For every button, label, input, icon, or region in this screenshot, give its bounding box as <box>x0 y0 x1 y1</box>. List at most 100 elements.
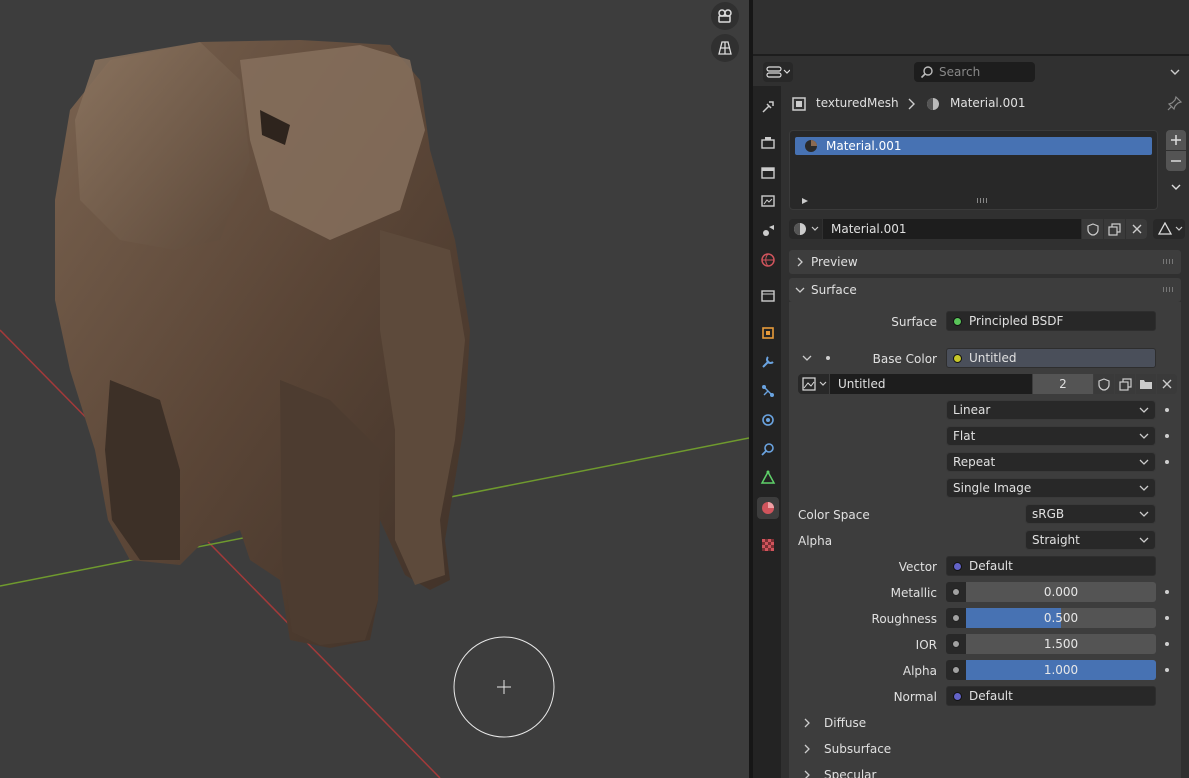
material-sphere-icon <box>805 140 817 152</box>
image-users-count[interactable]: 2 <box>1033 374 1093 394</box>
preview-panel-header[interactable]: Preview <box>789 250 1181 274</box>
drag-handle-icon[interactable] <box>1163 287 1175 292</box>
pin-icon[interactable] <box>1167 95 1183 111</box>
render-icon[interactable] <box>757 132 779 154</box>
subsurface-subpanel-header[interactable]: Subsurface <box>789 738 989 760</box>
roughness-socket-button[interactable] <box>946 608 966 628</box>
ior-slider[interactable]: 1.500 <box>966 634 1156 654</box>
alpha-slider[interactable]: 1.000 <box>966 660 1156 680</box>
ior-value: 1.500 <box>1043 637 1079 651</box>
browse-material-button[interactable] <box>789 219 822 239</box>
editor-type-button[interactable] <box>763 62 793 82</box>
collection-icon[interactable] <box>757 285 779 307</box>
elephant-model <box>55 40 470 648</box>
breadcrumb-object: texturedMesh <box>816 96 899 110</box>
extension-dropdown[interactable]: Repeat <box>946 452 1156 472</box>
close-icon <box>1132 224 1141 234</box>
normal-field[interactable]: Default <box>946 686 1156 706</box>
chevron-right-icon <box>804 744 810 754</box>
interpolation-value: Linear <box>953 403 991 417</box>
unlink-material-button[interactable] <box>1126 219 1147 239</box>
particles-icon[interactable] <box>757 380 779 402</box>
chevron-down-icon[interactable] <box>1169 66 1181 78</box>
alpha-socket-button[interactable] <box>946 660 966 680</box>
list-item[interactable]: Material.001 <box>795 137 1152 155</box>
image-duplicate-button[interactable] <box>1115 374 1135 394</box>
metallic-value: 0.000 <box>1043 585 1079 599</box>
top-area <box>753 0 1189 56</box>
slot-specials-button[interactable] <box>1166 177 1186 197</box>
keyframe-dot[interactable] <box>1165 668 1169 672</box>
image-unlink-button[interactable] <box>1157 374 1177 394</box>
physics-icon[interactable] <box>757 409 779 431</box>
link-type-button[interactable] <box>1153 219 1185 239</box>
object-icon[interactable] <box>757 322 779 344</box>
color-space-dropdown[interactable]: sRGB <box>1025 504 1156 524</box>
image-open-button[interactable] <box>1136 374 1156 394</box>
search-box[interactable]: Search <box>914 62 1035 82</box>
specular-title: Specular <box>824 768 877 778</box>
browse-image-button[interactable] <box>798 374 829 394</box>
remove-slot-button[interactable] <box>1166 151 1186 171</box>
scene-icon[interactable] <box>757 220 779 242</box>
add-slot-button[interactable] <box>1166 130 1186 150</box>
roughness-label: Roughness <box>871 612 937 626</box>
value-socket-icon <box>952 614 960 622</box>
metallic-socket-button[interactable] <box>946 582 966 602</box>
modifier-icon[interactable] <box>757 351 779 373</box>
chevron-down-icon <box>1139 511 1149 517</box>
projection-dropdown[interactable]: Flat <box>946 426 1156 446</box>
chevron-down-icon <box>1139 537 1149 543</box>
data-icon[interactable] <box>757 467 779 489</box>
keyframe-dot[interactable] <box>1165 408 1169 412</box>
material-icon[interactable] <box>757 497 779 519</box>
material-slot-list[interactable]: Material.001 <box>789 130 1158 210</box>
alpha-mode-dropdown[interactable]: Straight <box>1025 530 1156 550</box>
texture-icon[interactable] <box>757 534 779 556</box>
3d-viewport[interactable] <box>0 0 749 778</box>
ior-socket-button[interactable] <box>946 634 966 654</box>
drag-handle-icon[interactable] <box>1163 259 1175 264</box>
keyframe-dot[interactable] <box>1165 434 1169 438</box>
surface-shader-field[interactable]: Principled BSDF <box>946 311 1156 331</box>
ior-label: IOR <box>915 638 937 652</box>
roughness-slider[interactable]: 0.500 <box>966 608 1156 628</box>
preview-panel-title: Preview <box>811 255 858 269</box>
toggle-ortho-icon[interactable] <box>711 34 739 62</box>
image-icon <box>802 377 816 391</box>
view-layer-icon[interactable] <box>757 190 779 212</box>
source-dropdown[interactable]: Single Image <box>946 478 1156 498</box>
base-color-field[interactable]: Untitled <box>946 348 1156 368</box>
duplicate-icon <box>1108 222 1121 236</box>
keyframe-dot[interactable] <box>1165 590 1169 594</box>
fake-user-button[interactable] <box>1082 219 1103 239</box>
keyframe-dot[interactable] <box>1165 642 1169 646</box>
output-icon[interactable] <box>757 162 779 184</box>
metallic-slider[interactable]: 0.000 <box>966 582 1156 602</box>
chevron-down-icon[interactable] <box>802 354 812 362</box>
list-resize-grip[interactable] <box>977 198 989 203</box>
expand-triangle-icon[interactable] <box>801 197 809 205</box>
duplicate-material-button[interactable] <box>1104 219 1125 239</box>
properties-tabs <box>753 86 781 778</box>
surface-panel-header[interactable]: Surface <box>789 278 1181 302</box>
material-name-field[interactable]: Material.001 <box>823 219 1081 239</box>
constraints-icon[interactable] <box>757 438 779 460</box>
specular-subpanel-header[interactable]: Specular <box>789 764 989 778</box>
properties-header: Search <box>753 58 1189 86</box>
properties-editor: Search texturedMesh Material.001 Materia… <box>753 0 1189 778</box>
image-fake-user-button[interactable] <box>1094 374 1114 394</box>
interpolation-dropdown[interactable]: Linear <box>946 400 1156 420</box>
chevron-right-icon <box>804 718 810 728</box>
keyframe-dot[interactable] <box>1165 616 1169 620</box>
keyframe-dot[interactable] <box>1165 460 1169 464</box>
camera-view-icon[interactable] <box>711 2 739 30</box>
tool-icon[interactable] <box>757 96 779 118</box>
image-name-field[interactable]: Untitled <box>830 374 1032 394</box>
surface-panel-title: Surface <box>811 283 857 297</box>
keyframe-dot[interactable] <box>826 356 830 360</box>
vector-field[interactable]: Default <box>946 556 1156 576</box>
normal-value: Default <box>969 689 1013 703</box>
world-icon[interactable] <box>757 249 779 271</box>
diffuse-subpanel-header[interactable]: Diffuse <box>789 712 989 734</box>
